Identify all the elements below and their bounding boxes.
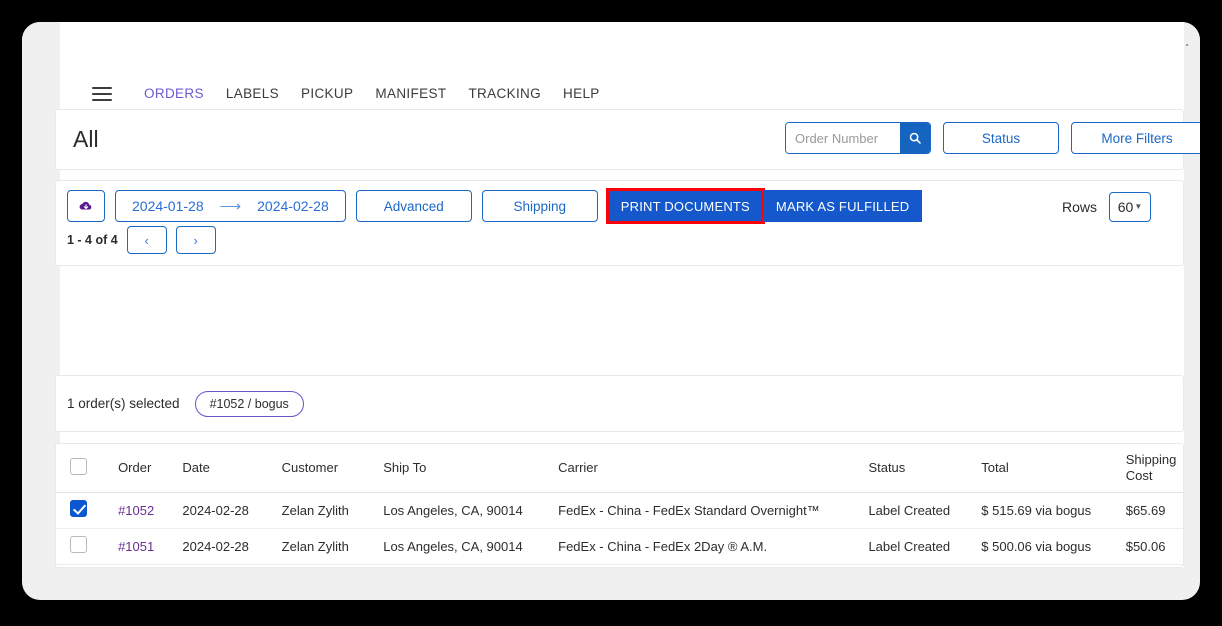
table-row[interactable]: #1051 2024-02-28 Zelan Zylith Los Angele… [56, 528, 1183, 565]
nav-link-tracking[interactable]: TRACKING [468, 86, 541, 101]
titlebar-truncated-icon[interactable]: ⌐ [1186, 37, 1200, 57]
table-header-row: Order Date Customer Ship To Carrier Stat… [56, 444, 1183, 493]
cell-ship-to: Los Angeles, CA, 90014 [383, 492, 559, 529]
toolbar-actions: 2024-01-28 ⟶ 2024-02-28 Advanced Shippin… [67, 188, 923, 224]
cell-shipping-cost: $65.69 [1125, 492, 1183, 529]
rows-select[interactable]: 60 ▼ [1109, 192, 1151, 222]
chevron-right-icon[interactable]: › [175, 226, 216, 254]
nav-links: ORDERS LABELS PICKUP MANIFEST TRACKING H… [144, 86, 600, 101]
shipping-button[interactable]: Shipping [481, 190, 598, 222]
cell-status: Label Created [868, 528, 982, 565]
nav-link-manifest[interactable]: MANIFEST [375, 86, 446, 101]
rows-value: 60 [1117, 199, 1134, 215]
cell-carrier: FedEx - China - FedEx 2Day ® A.M. [558, 528, 869, 565]
nav-link-orders[interactable]: ORDERS [144, 86, 204, 101]
page-title: All [73, 126, 99, 152]
select-all-checkbox[interactable] [70, 457, 87, 475]
orders-table: Order Date Customer Ship To Carrier Stat… [56, 444, 1183, 565]
column-header-carrier[interactable]: Carrier [558, 444, 869, 493]
orders-table-body: #1052 2024-02-28 Zelan Zylith Los Angele… [56, 492, 1183, 565]
orders-toolbar-panel: 2024-01-28 ⟶ 2024-02-28 Advanced Shippin… [55, 180, 1184, 266]
column-header-date[interactable]: Date [182, 444, 282, 493]
selection-count-label: 1 order(s) selected [67, 396, 180, 411]
selection-summary-panel: 1 order(s) selected #1052 / bogus [55, 375, 1184, 432]
cell-total: $ 500.06 via bogus [981, 528, 1126, 565]
chevron-down-icon: ▼ [1134, 202, 1143, 211]
pagination-range: 1 - 4 of 4 [67, 233, 118, 247]
cell-total: $ 515.69 via bogus [981, 492, 1126, 529]
page-header-panel: All Status More Filters [55, 109, 1200, 170]
hamburger-menu-icon[interactable] [92, 86, 112, 101]
column-header-ship-to[interactable]: Ship To [383, 444, 559, 493]
cell-status: Label Created [868, 492, 982, 529]
cell-carrier: FedEx - China - FedEx Standard Overnight… [558, 492, 869, 529]
app-window-frame: PH MultiCarrier Shipping Label ⌐ ORDERS … [22, 22, 1200, 600]
orders-table-head: Order Date Customer Ship To Carrier Stat… [56, 444, 1183, 493]
column-header-order[interactable]: Order [118, 444, 183, 493]
header-controls: Status More Filters [785, 122, 1200, 154]
cell-shipping-cost: $50.06 [1125, 528, 1183, 565]
column-header-status[interactable]: Status [868, 444, 982, 493]
advanced-button[interactable]: Advanced [355, 190, 472, 222]
bulk-action-group: PRINT DOCUMENTS MARK AS FULFILLED [605, 188, 923, 224]
date-to: 2024-02-28 [257, 198, 329, 214]
print-documents-button[interactable]: PRINT DOCUMENTS [605, 188, 765, 224]
arrow-right-icon: ⟶ [219, 197, 242, 215]
date-from: 2024-01-28 [132, 198, 204, 214]
rows-label: Rows [1061, 199, 1097, 215]
cell-date: 2024-02-28 [182, 492, 282, 529]
truncated-icon-glyph: ⌐ [1186, 37, 1200, 55]
order-link[interactable]: #1052 [118, 503, 154, 518]
table-row[interactable]: #1052 2024-02-28 Zelan Zylith Los Angele… [56, 492, 1183, 529]
cell-customer: Zelan Zylith [281, 528, 384, 565]
cell-ship-to: Los Angeles, CA, 90014 [383, 528, 559, 565]
row-checkbox[interactable] [70, 500, 87, 517]
rows-per-page: Rows 60 ▼ [1062, 192, 1151, 222]
row-checkbox[interactable] [70, 536, 87, 553]
cell-customer: Zelan Zylith [281, 492, 384, 529]
more-filters-button[interactable]: More Filters [1071, 122, 1200, 154]
status-filter-button[interactable]: Status [943, 122, 1059, 154]
column-header-customer[interactable]: Customer [281, 444, 384, 493]
cell-date: 2024-02-28 [182, 528, 282, 565]
order-link[interactable]: #1051 [118, 539, 154, 554]
cell-order: #1051 [118, 528, 183, 565]
nav-link-pickup[interactable]: PICKUP [301, 86, 353, 101]
search-icon[interactable] [900, 123, 930, 153]
cloud-download-icon[interactable] [67, 190, 105, 222]
chevron-left-icon[interactable]: ‹ [126, 226, 167, 254]
select-all-header [56, 444, 119, 493]
row-select-cell [56, 528, 119, 565]
mark-as-fulfilled-button[interactable]: MARK AS FULFILLED [762, 190, 923, 222]
cell-order: #1052 [118, 492, 183, 529]
date-range-picker[interactable]: 2024-01-28 ⟶ 2024-02-28 [115, 190, 346, 222]
pagination: 1 - 4 of 4 ‹ › [67, 226, 216, 254]
orders-table-panel: Order Date Customer Ship To Carrier Stat… [55, 443, 1184, 568]
search-input[interactable] [786, 123, 900, 153]
nav-link-labels[interactable]: LABELS [226, 86, 279, 101]
nav-link-help[interactable]: HELP [563, 86, 600, 101]
column-header-shipping-cost-label: Shipping Cost [1125, 452, 1177, 483]
column-header-shipping-cost[interactable]: Shipping Cost [1125, 444, 1183, 493]
order-number-search [785, 122, 931, 154]
column-header-total[interactable]: Total [981, 444, 1126, 493]
selected-order-chip[interactable]: #1052 / bogus [194, 390, 304, 417]
row-select-cell [56, 492, 119, 529]
